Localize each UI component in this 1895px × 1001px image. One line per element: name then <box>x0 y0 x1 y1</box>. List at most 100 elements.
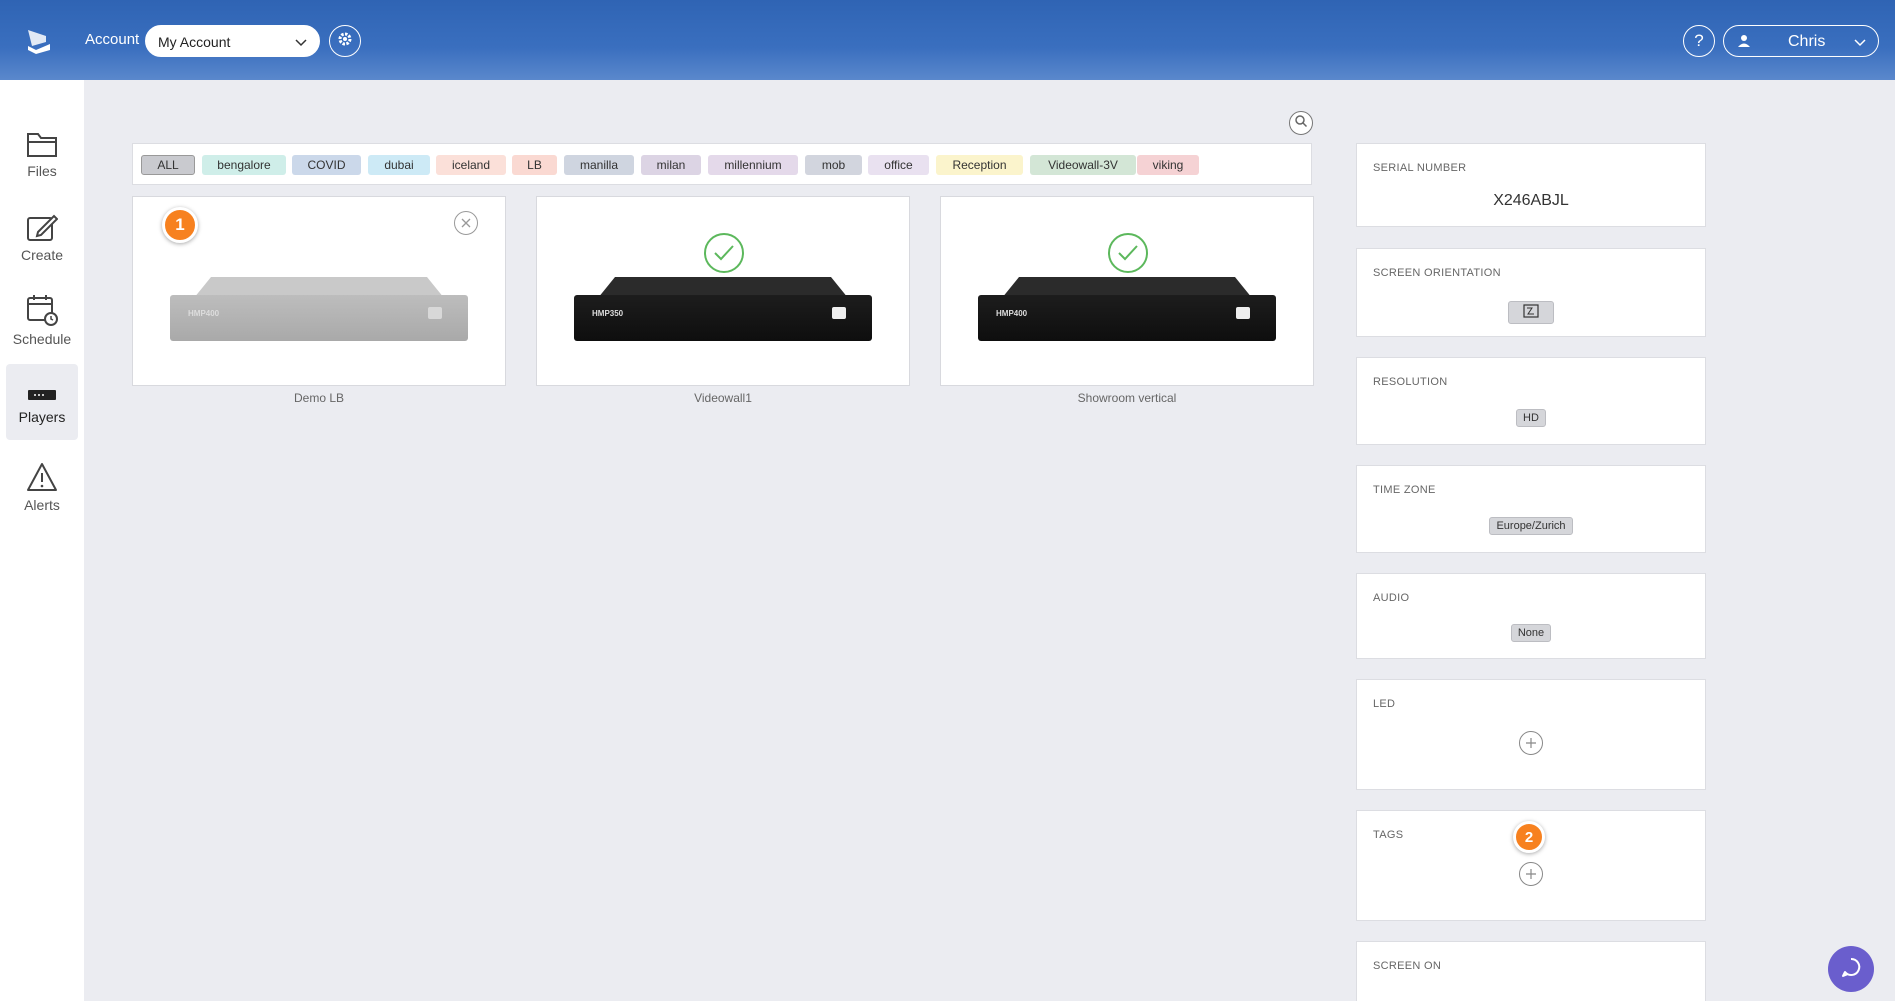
plus-icon <box>1526 738 1536 748</box>
help-label: ? <box>1694 31 1704 50</box>
sidebar-item-files[interactable]: Files <box>6 118 78 194</box>
orientation-value[interactable] <box>1508 301 1554 324</box>
panel-title: LED <box>1373 698 1396 710</box>
tag-reception[interactable]: Reception <box>936 155 1023 175</box>
user-name: Chris <box>1788 33 1826 50</box>
panel-time-zone: TIME ZONE Europe/Zurich <box>1356 465 1706 553</box>
tag-label: dubai <box>384 158 414 172</box>
edit-icon <box>6 202 78 242</box>
settings-button[interactable] <box>329 25 361 57</box>
tag-bengalore[interactable]: bengalore <box>202 155 286 175</box>
top-header: Account My Account ? Chris <box>0 0 1895 80</box>
calendar-clock-icon <box>6 286 78 326</box>
tag-viking[interactable]: viking <box>1137 155 1199 175</box>
search-icon <box>1294 114 1308 133</box>
folder-icon <box>6 118 78 158</box>
gear-icon <box>337 31 353 52</box>
time-zone-value[interactable]: Europe/Zurich <box>1489 517 1573 535</box>
panel-title: SCREEN ON <box>1373 960 1442 972</box>
tag-label: ALL <box>157 158 179 172</box>
account-select[interactable]: My Account <box>145 25 320 57</box>
tag-label: Reception <box>952 158 1007 172</box>
player-name: Showroom vertical <box>1077 391 1177 405</box>
panel-title: TAGS <box>1373 829 1404 841</box>
tag-covid[interactable]: COVID <box>292 155 361 175</box>
chevron-down-icon <box>1854 35 1866 53</box>
badge-number: 2 <box>1524 828 1534 846</box>
sidebar-item-label: Players <box>18 409 66 425</box>
add-tag-button[interactable] <box>1519 862 1543 886</box>
chevron-down-icon <box>295 35 307 51</box>
panel-screen-on: SCREEN ON <box>1356 941 1706 1001</box>
online-check-icon <box>1108 233 1148 273</box>
player-name: Videowall1 <box>694 391 752 405</box>
tag-millennium[interactable]: millennium <box>708 155 798 175</box>
tag-label: viking <box>1152 158 1184 172</box>
badge-number: 1 <box>175 215 185 234</box>
plus-icon <box>1526 869 1536 879</box>
warning-icon <box>6 452 78 492</box>
tag-iceland[interactable]: iceland <box>436 155 506 175</box>
app-logo[interactable] <box>24 26 54 56</box>
search-button[interactable] <box>1289 111 1313 135</box>
panel-audio: AUDIO None <box>1356 573 1706 659</box>
sidebar-item-create[interactable]: Create <box>6 202 78 278</box>
tag-milan[interactable]: milan <box>641 155 701 175</box>
step-badge: 2 <box>1513 821 1545 853</box>
user-icon <box>1737 34 1751 53</box>
add-led-button[interactable] <box>1519 731 1543 755</box>
account-select-value: My Account <box>158 34 231 50</box>
panel-serial-number: SERIAL NUMBER X246ABJL <box>1356 143 1706 227</box>
resolution-value[interactable]: HD <box>1516 409 1546 427</box>
tag-label: COVID <box>307 158 346 172</box>
player-device-image: HMP400 <box>978 277 1276 343</box>
tag-all[interactable]: ALL <box>141 155 195 175</box>
sidebar-item-label: Create <box>20 247 64 263</box>
landscape-icon <box>1523 304 1539 318</box>
tag-label: bengalore <box>217 158 271 172</box>
player-card-demo-lb[interactable]: 1 HMP400 <box>132 196 506 386</box>
serial-number-value: X246ABJL <box>1493 192 1569 209</box>
player-card-showroom-vertical[interactable]: HMP400 <box>940 196 1314 386</box>
player-card-videowall1[interactable]: HMP350 <box>536 196 910 386</box>
sidebar-item-players[interactable]: Players <box>6 364 78 440</box>
tag-label: Videowall-3V <box>1048 158 1118 172</box>
sidebar-item-label: Files <box>27 163 57 179</box>
tag-label: millennium <box>724 158 782 172</box>
device-model-label: HMP400 <box>996 309 1028 318</box>
player-icon <box>6 364 78 404</box>
online-check-icon <box>704 233 744 273</box>
offline-status-icon <box>454 211 478 235</box>
sidebar: Files Create Schedule Players Alerts <box>0 80 84 1001</box>
panel-resolution: RESOLUTION HD <box>1356 357 1706 445</box>
user-menu[interactable]: Chris <box>1723 25 1879 57</box>
sidebar-item-schedule[interactable]: Schedule <box>6 286 78 362</box>
tag-filter-bar: ALL bengalore COVID dubai iceland LB man… <box>132 143 1312 185</box>
step-badge: 1 <box>162 207 198 243</box>
sidebar-item-label: Alerts <box>24 497 60 513</box>
device-model-label: HMP350 <box>592 309 624 318</box>
panel-led: LED <box>1356 679 1706 790</box>
panel-title: TIME ZONE <box>1373 484 1436 496</box>
panel-title: AUDIO <box>1373 592 1410 604</box>
tag-manilla[interactable]: manilla <box>564 155 634 175</box>
tag-office[interactable]: office <box>868 155 929 175</box>
tag-label: LB <box>527 158 542 172</box>
panel-title: SERIAL NUMBER <box>1373 162 1467 174</box>
tag-dubai[interactable]: dubai <box>368 155 430 175</box>
player-name: Demo LB <box>293 391 345 405</box>
player-device-image: HMP350 <box>574 277 872 343</box>
audio-value[interactable]: None <box>1510 624 1552 642</box>
account-label: Account <box>85 31 140 48</box>
tag-lb[interactable]: LB <box>512 155 557 175</box>
chat-button[interactable] <box>1828 946 1874 992</box>
sidebar-item-alerts[interactable]: Alerts <box>6 452 78 528</box>
tag-label: manilla <box>579 158 618 172</box>
tag-mob[interactable]: mob <box>805 155 862 175</box>
device-model-label: HMP400 <box>188 309 220 318</box>
tag-videowall-3v[interactable]: Videowall-3V <box>1030 155 1136 175</box>
help-button[interactable]: ? <box>1683 25 1715 57</box>
panel-title: RESOLUTION <box>1373 376 1448 388</box>
chat-bubble-icon <box>1840 956 1862 983</box>
tag-label: milan <box>656 158 686 172</box>
